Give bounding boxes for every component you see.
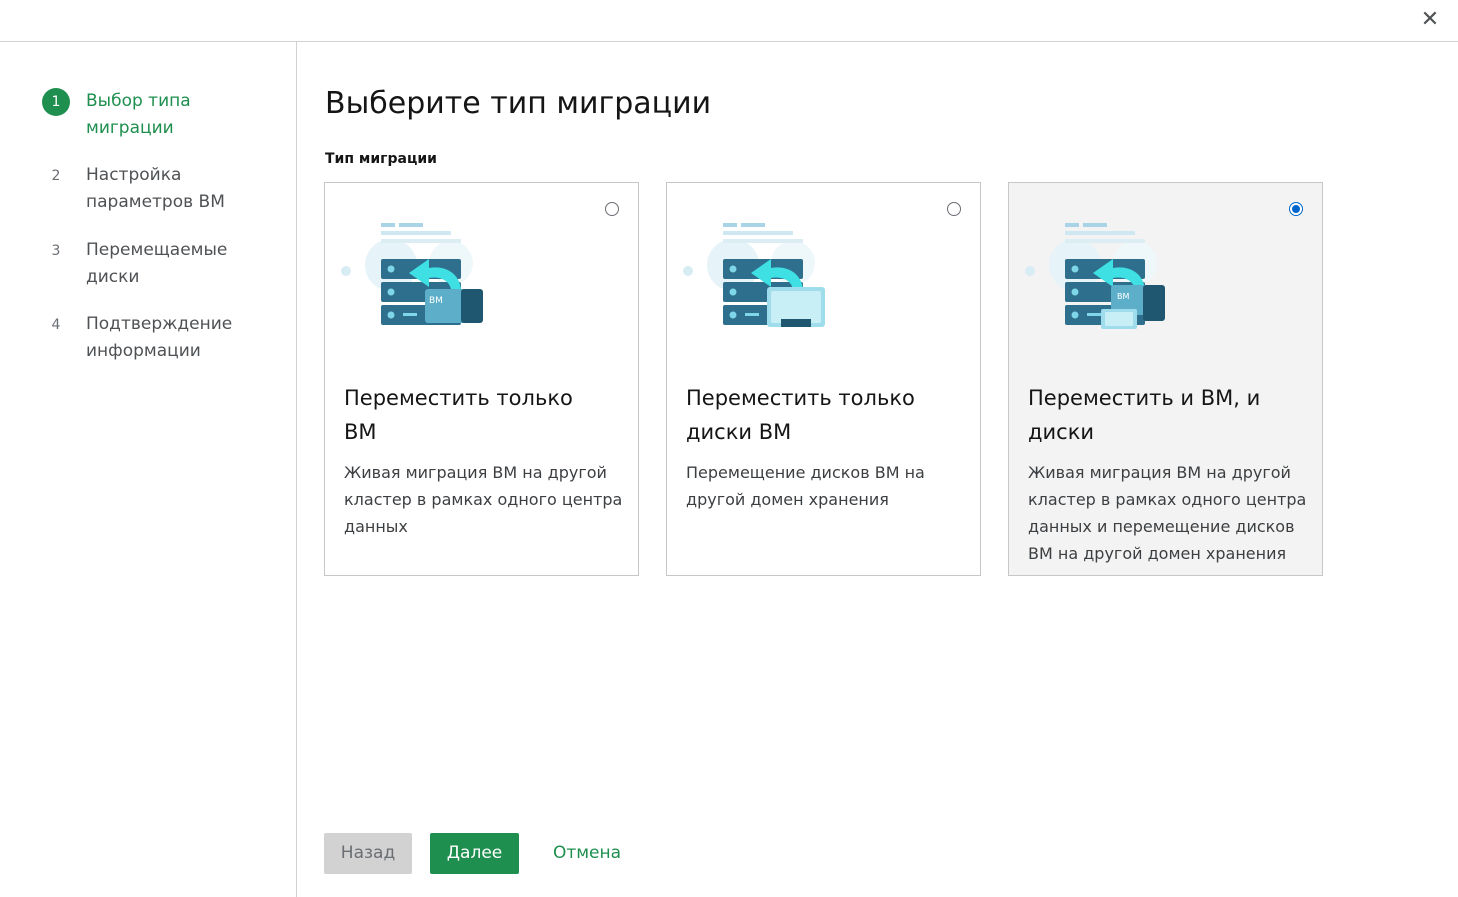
wizard-nav: 1 Выбор типа миграции 2 Настройка параме…	[0, 42, 297, 897]
wizard-step-1[interactable]: 1 Выбор типа миграции	[42, 88, 282, 142]
card-description: Живая миграция ВМ на другой кластер в ра…	[344, 463, 623, 536]
modal-header: ✕	[0, 0, 1458, 42]
card-title: Переместить только диски ВМ	[686, 386, 915, 444]
server-disk-migrate-icon	[683, 223, 825, 327]
vm-badge-text: ВМ	[1117, 292, 1129, 301]
migration-option-disks-only[interactable]: Переместить только диски ВМ Перемещение …	[666, 182, 981, 576]
step-number: 1	[42, 88, 70, 116]
card-title: Переместить и ВМ, и диски	[1028, 386, 1261, 444]
vm-badge-text: ВМ	[429, 296, 443, 306]
card-description: Живая миграция ВМ на другой кластер в ра…	[1028, 463, 1307, 563]
step-number: 2	[51, 168, 61, 184]
step-number: 3	[51, 243, 61, 259]
migration-option-vm-and-disks[interactable]: ВМ Переместить и ВМ, и диски Живая мигра…	[1008, 182, 1323, 576]
page-title: Выберите тип миграции	[325, 86, 712, 121]
wizard-step-2[interactable]: 2 Настройка параметров ВМ	[42, 162, 282, 216]
server-vm-disk-migrate-icon: ВМ	[1025, 223, 1165, 329]
migration-option-vm-only[interactable]: ВМ Переместить только ВМ Живая миграция …	[324, 182, 639, 576]
radio-button[interactable]	[605, 202, 619, 216]
next-button[interactable]: Далее	[430, 833, 519, 874]
cancel-button[interactable]: Отмена	[540, 833, 634, 874]
step-number: 4	[51, 317, 61, 333]
step-label: Перемещаемые диски	[86, 240, 228, 287]
radio-button[interactable]	[1289, 202, 1303, 216]
migration-type-label: Тип миграции	[325, 151, 437, 167]
wizard-step-3[interactable]: 3 Перемещаемые диски	[42, 237, 282, 291]
wizard-step-4[interactable]: 4 Подтверждение информации	[42, 311, 282, 365]
radio-button[interactable]	[947, 202, 961, 216]
step-label: Выбор типа миграции	[86, 91, 191, 138]
back-button[interactable]: Назад	[324, 833, 412, 874]
card-title: Переместить только ВМ	[344, 386, 573, 444]
step-label: Подтверждение информации	[86, 314, 233, 361]
server-vm-migrate-icon: ВМ	[341, 223, 483, 325]
close-icon[interactable]: ✕	[1418, 8, 1442, 32]
card-description: Перемещение дисков ВМ на другой домен хр…	[686, 463, 925, 509]
step-label: Настройка параметров ВМ	[86, 165, 225, 212]
